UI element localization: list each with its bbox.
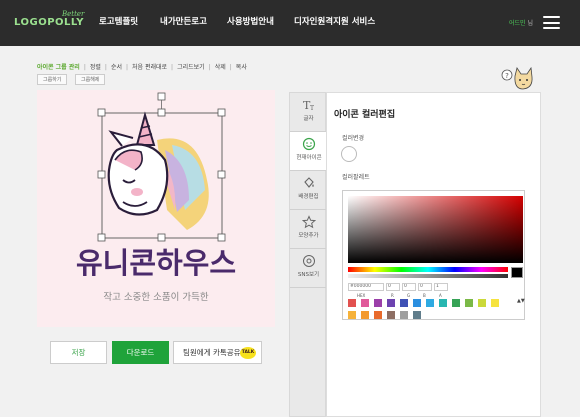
svg-text:?: ? bbox=[505, 72, 509, 80]
save-button[interactable]: 저장 bbox=[50, 341, 107, 364]
ungroup-button[interactable]: 그룹해제 bbox=[75, 74, 106, 85]
tab-background-edit[interactable]: 배경편집 bbox=[290, 171, 327, 209]
palette-swatch[interactable] bbox=[452, 299, 460, 307]
palette-swatch[interactable] bbox=[361, 311, 369, 319]
palette-swatch[interactable] bbox=[478, 299, 486, 307]
toolbar-reset[interactable]: 처음 편래대로 bbox=[132, 64, 167, 71]
palette-swatch[interactable] bbox=[400, 311, 408, 319]
r-input[interactable]: 0 bbox=[386, 283, 400, 291]
palette-swatch[interactable] bbox=[413, 299, 421, 307]
a-input[interactable]: 1 bbox=[434, 283, 448, 291]
palette-swatch[interactable] bbox=[374, 299, 382, 307]
nav-how-to-use[interactable]: 사용방법안내 bbox=[227, 15, 274, 27]
logo-text: LOGOPOLLY bbox=[14, 17, 84, 28]
hue-slider[interactable] bbox=[348, 267, 508, 272]
b-label: B bbox=[423, 293, 426, 298]
palette-swatch[interactable] bbox=[439, 299, 447, 307]
palette-swatch[interactable] bbox=[400, 299, 408, 307]
palette-swatch[interactable] bbox=[491, 299, 499, 307]
color-change-label: 컬러변경 bbox=[342, 135, 365, 142]
r-label: R bbox=[391, 293, 394, 298]
palette-swatch[interactable] bbox=[348, 299, 356, 307]
alpha-slider[interactable] bbox=[348, 274, 508, 278]
svg-text:T: T bbox=[310, 105, 314, 112]
text-icon: TT bbox=[303, 99, 314, 112]
kakao-share-label: 팀원에게 카톡공유 bbox=[183, 348, 241, 357]
icon-color-panel: 아이콘 컬러편집 컬러변경 컬러팔레트 #000000 0 0 0 1 HEX … bbox=[326, 92, 541, 417]
cat-help-icon[interactable]: ? bbox=[501, 66, 535, 92]
toolbar-align[interactable]: 정렬 bbox=[90, 64, 101, 71]
palette-swatch[interactable] bbox=[348, 311, 356, 319]
g-input[interactable]: 0 bbox=[402, 283, 416, 291]
tab-add-shape-label: 모양추가 bbox=[298, 233, 319, 239]
hamburger-menu-icon[interactable] bbox=[543, 16, 560, 29]
nav-logo-templates[interactable]: 로고템플릿 bbox=[99, 15, 138, 27]
download-button[interactable]: 다운로드 bbox=[112, 341, 169, 364]
toolbar-grid-view[interactable]: 그리드보기 bbox=[177, 64, 205, 71]
color-picker: #000000 0 0 0 1 HEX R G B A ▲▼ bbox=[342, 190, 525, 320]
tab-background-edit-label: 배경편집 bbox=[298, 194, 319, 200]
palette-swatch[interactable] bbox=[387, 299, 395, 307]
logo-artwork[interactable]: 유니콘하우스 작고 소중한 소품이 가득한 bbox=[37, 90, 275, 327]
smile-icon bbox=[302, 137, 316, 151]
toolbar-order[interactable]: 순서 bbox=[111, 64, 122, 71]
color-preview bbox=[511, 267, 523, 278]
tab-current-icon-label: 현재아이콘 bbox=[296, 155, 322, 161]
palette-swatch[interactable] bbox=[413, 311, 421, 319]
palette-toggle-icon[interactable]: ▲▼ bbox=[517, 298, 525, 304]
g-label: G bbox=[407, 293, 411, 298]
a-label: A bbox=[439, 293, 442, 298]
user-suffix: 님 bbox=[527, 20, 534, 27]
panel-title: 아이콘 컬러편집 bbox=[334, 110, 396, 120]
palette-swatch[interactable] bbox=[387, 311, 395, 319]
palette-swatch[interactable] bbox=[374, 311, 382, 319]
palette-swatch[interactable] bbox=[361, 299, 369, 307]
unicorn-icon bbox=[107, 111, 209, 230]
paint-bucket-icon bbox=[303, 177, 314, 188]
logo-subtitle: 작고 소중한 소품이 가득한 bbox=[103, 292, 208, 303]
toolbar-icon-group-manage[interactable]: 아이콘 그룹 관리 bbox=[37, 64, 80, 71]
at-icon bbox=[302, 255, 315, 267]
editor-side-tabs: TT 글자 현재아이콘 배경편집 모양추가 SNS보기 bbox=[289, 92, 328, 417]
logo-title: 유니콘하우스 bbox=[76, 246, 236, 280]
user-greeting[interactable]: 어드민 님 bbox=[509, 18, 533, 27]
hex-label: HEX bbox=[357, 293, 366, 298]
palette-swatch[interactable] bbox=[465, 299, 473, 307]
tab-sns-view[interactable]: SNS보기 bbox=[290, 249, 327, 287]
user-name: 어드민 bbox=[509, 20, 526, 27]
tab-text-label: 글자 bbox=[303, 116, 314, 122]
toolbar-copy[interactable]: 복사 bbox=[236, 64, 247, 71]
b-input[interactable]: 0 bbox=[418, 283, 432, 291]
edit-toolbar: 아이콘 그룹 관리 | 정렬 | 순서 | 처음 편래대로 | 그리드보기 | 삭제 | 복사 bbox=[37, 64, 247, 71]
kakao-share-button[interactable]: 팀원에게 카톡공유 TALK bbox=[173, 341, 262, 364]
nav-remote-design-service[interactable]: 디자인원격지원 서비스 bbox=[294, 15, 375, 27]
current-color-swatch[interactable] bbox=[341, 146, 357, 162]
logo-canvas[interactable]: 유니콘하우스 작고 소중한 소품이 가득한 bbox=[37, 90, 275, 327]
star-icon bbox=[301, 215, 316, 229]
toolbar-delete[interactable]: 삭제 bbox=[215, 64, 226, 71]
palette-swatch[interactable] bbox=[426, 299, 434, 307]
tab-sns-view-label: SNS보기 bbox=[297, 272, 320, 278]
top-header: Better LOGOPOLLY 로고템플릿 내가만든로고 사용방법안내 디자인… bbox=[0, 0, 580, 46]
tab-current-icon[interactable]: 현재아이콘 bbox=[290, 132, 328, 170]
group-button[interactable]: 그룹하기 bbox=[37, 74, 68, 85]
saturation-area[interactable] bbox=[348, 196, 523, 263]
color-palette-label: 컬러팔레트 bbox=[342, 174, 370, 181]
tab-text[interactable]: TT 글자 bbox=[290, 93, 327, 131]
hex-input[interactable]: #000000 bbox=[348, 283, 384, 291]
nav-my-logos[interactable]: 내가만든로고 bbox=[160, 15, 207, 27]
kakao-talk-icon: TALK bbox=[240, 347, 256, 359]
tab-add-shape[interactable]: 모양추가 bbox=[290, 210, 327, 248]
